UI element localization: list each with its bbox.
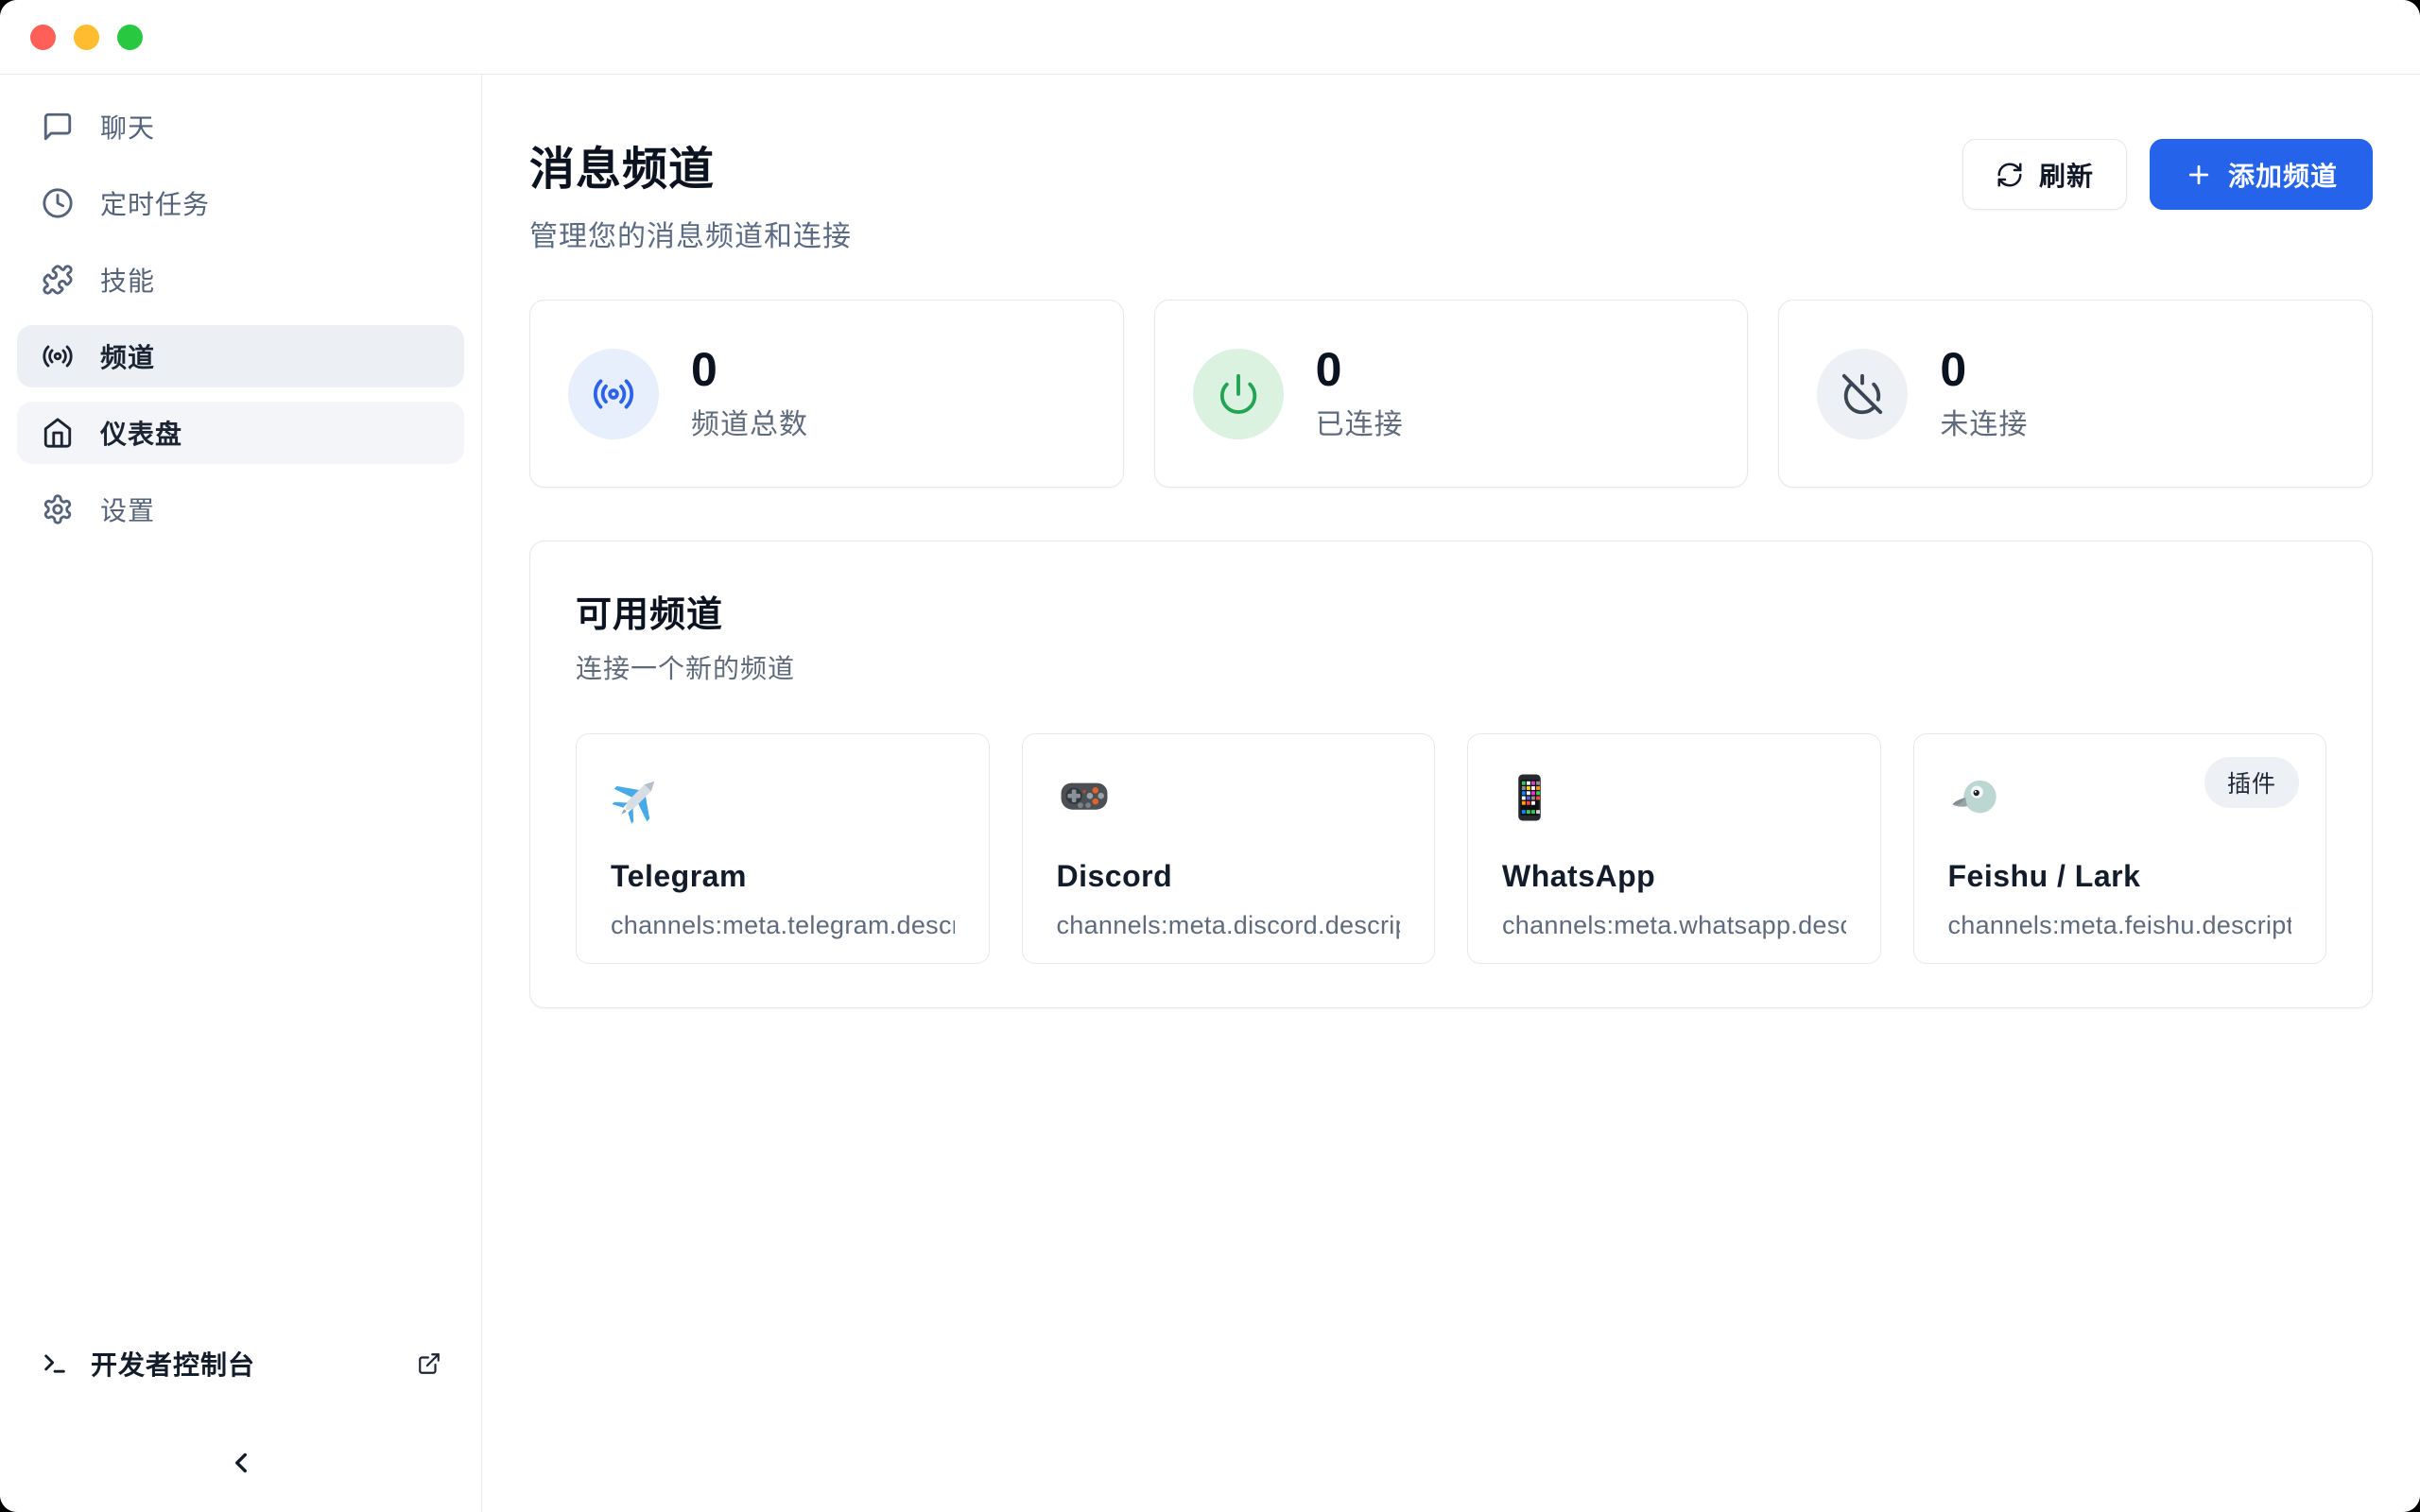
sidebar-item-label: 聊天 (100, 108, 155, 146)
terminal-icon (42, 1350, 68, 1377)
app-window: 聊天 定时任务 技能 频道 仪表盘 设置 开发者控制台 (0, 0, 2420, 1512)
plugin-badge: 插件 (2204, 757, 2299, 808)
radio-icon (42, 340, 74, 372)
header-actions: 刷新 添加频道 (1962, 139, 2373, 210)
minimize-window-button[interactable] (74, 25, 99, 50)
sidebar: 聊天 定时任务 技能 频道 仪表盘 设置 开发者控制台 (0, 75, 482, 1512)
channel-name: Telegram (611, 859, 955, 894)
titlebar (0, 0, 2420, 75)
developer-console-label: 开发者控制台 (91, 1345, 255, 1383)
game-controller-emoji (1057, 770, 1112, 825)
stat-value: 0 (691, 346, 808, 393)
sidebar-item-label: 技能 (100, 261, 155, 299)
channel-grid: Telegram channels:meta.telegram.descript… (576, 733, 2326, 964)
sidebar-item-channels[interactable]: 频道 (17, 325, 464, 387)
stats-row: 0 频道总数 0 已连接 0 未连接 (529, 300, 2373, 488)
gear-icon (42, 493, 74, 525)
channel-name: Discord (1057, 859, 1401, 894)
sidebar-item-settings[interactable]: 设置 (17, 478, 464, 541)
channel-card-discord[interactable]: Discord channels:meta.discord.descriptio… (1022, 733, 1436, 964)
bird-emoji (1948, 770, 2003, 825)
channel-card-whatsapp[interactable]: WhatsApp channels:meta.whatsapp.descript… (1467, 733, 1881, 964)
sidebar-item-label: 频道 (100, 337, 155, 375)
sidebar-collapse-row (0, 1444, 481, 1486)
sidebar-bottom: 开发者控制台 (0, 1332, 481, 1486)
stat-card: 0 频道总数 (529, 300, 1124, 488)
refresh-button-label: 刷新 (2039, 156, 2094, 194)
stat-value: 0 (1940, 346, 2028, 393)
refresh-icon (1996, 161, 2024, 189)
stat-label: 未连接 (1940, 401, 2028, 442)
channel-name: WhatsApp (1502, 859, 1846, 894)
sidebar-item-tasks[interactable]: 定时任务 (17, 172, 464, 234)
channel-card-feishu-lark[interactable]: 插件 Feishu / Lark channels:meta.feishu.de… (1913, 733, 2327, 964)
page-title: 消息频道 (529, 131, 852, 198)
radio-icon (568, 349, 659, 439)
chat-icon (42, 111, 74, 143)
add-channel-button[interactable]: 添加频道 (2150, 139, 2373, 210)
channel-name: Feishu / Lark (1948, 859, 2292, 894)
available-channels-panel: 可用频道 连接一个新的频道 Telegram channels:meta.tel… (529, 541, 2373, 1008)
clock-icon (42, 187, 74, 219)
channel-description: channels:meta.whatsapp.description (1502, 911, 1846, 940)
zoom-window-button[interactable] (117, 25, 143, 50)
sidebar-item-chat[interactable]: 聊天 (17, 95, 464, 158)
channel-description: channels:meta.discord.description (1057, 911, 1401, 940)
available-channels-title: 可用频道 (576, 585, 2326, 637)
developer-console-link[interactable]: 开发者控制台 (0, 1332, 481, 1395)
collapse-sidebar-button[interactable] (220, 1444, 262, 1486)
channel-description: channels:meta.feishu.description (1948, 911, 2292, 940)
home-icon (42, 417, 74, 449)
sidebar-item-dashboard[interactable]: 仪表盘 (17, 402, 464, 464)
power-icon (1193, 349, 1284, 439)
chevron-left-icon (225, 1447, 257, 1484)
close-window-button[interactable] (30, 25, 56, 50)
stat-label: 已连接 (1316, 401, 1404, 442)
sidebar-item-label: 定时任务 (100, 184, 210, 222)
sidebar-nav: 聊天 定时任务 技能 频道 仪表盘 设置 (0, 95, 481, 541)
window-controls (30, 25, 143, 50)
page-title-block: 消息频道 管理您的消息频道和连接 (529, 131, 852, 254)
stat-card: 0 已连接 (1154, 300, 1749, 488)
sidebar-item-label: 仪表盘 (100, 414, 182, 452)
mobile-phone-emoji (1502, 770, 1557, 825)
channel-description: channels:meta.telegram.description (611, 911, 955, 940)
puzzle-icon (42, 264, 74, 296)
page-header: 消息频道 管理您的消息频道和连接 刷新 添加频道 (529, 131, 2373, 254)
add-channel-button-label: 添加频道 (2228, 156, 2338, 194)
airplane-emoji (611, 770, 666, 825)
sidebar-item-skills[interactable]: 技能 (17, 249, 464, 311)
power-off-icon (1817, 349, 1908, 439)
external-link-icon[interactable] (417, 1351, 441, 1376)
stat-card: 0 未连接 (1778, 300, 2373, 488)
page-subtitle: 管理您的消息频道和连接 (529, 213, 852, 254)
available-channels-subtitle: 连接一个新的频道 (576, 648, 2326, 686)
channel-card-telegram[interactable]: Telegram channels:meta.telegram.descript… (576, 733, 990, 964)
stat-label: 频道总数 (691, 401, 808, 442)
main-content: 消息频道 管理您的消息频道和连接 刷新 添加频道 0 频道总数 (482, 75, 2420, 1512)
app-shell: 聊天 定时任务 技能 频道 仪表盘 设置 开发者控制台 (0, 75, 2420, 1512)
stat-value: 0 (1316, 346, 1404, 393)
refresh-button[interactable]: 刷新 (1962, 139, 2127, 210)
sidebar-item-label: 设置 (100, 490, 155, 528)
plus-icon (2185, 161, 2213, 189)
